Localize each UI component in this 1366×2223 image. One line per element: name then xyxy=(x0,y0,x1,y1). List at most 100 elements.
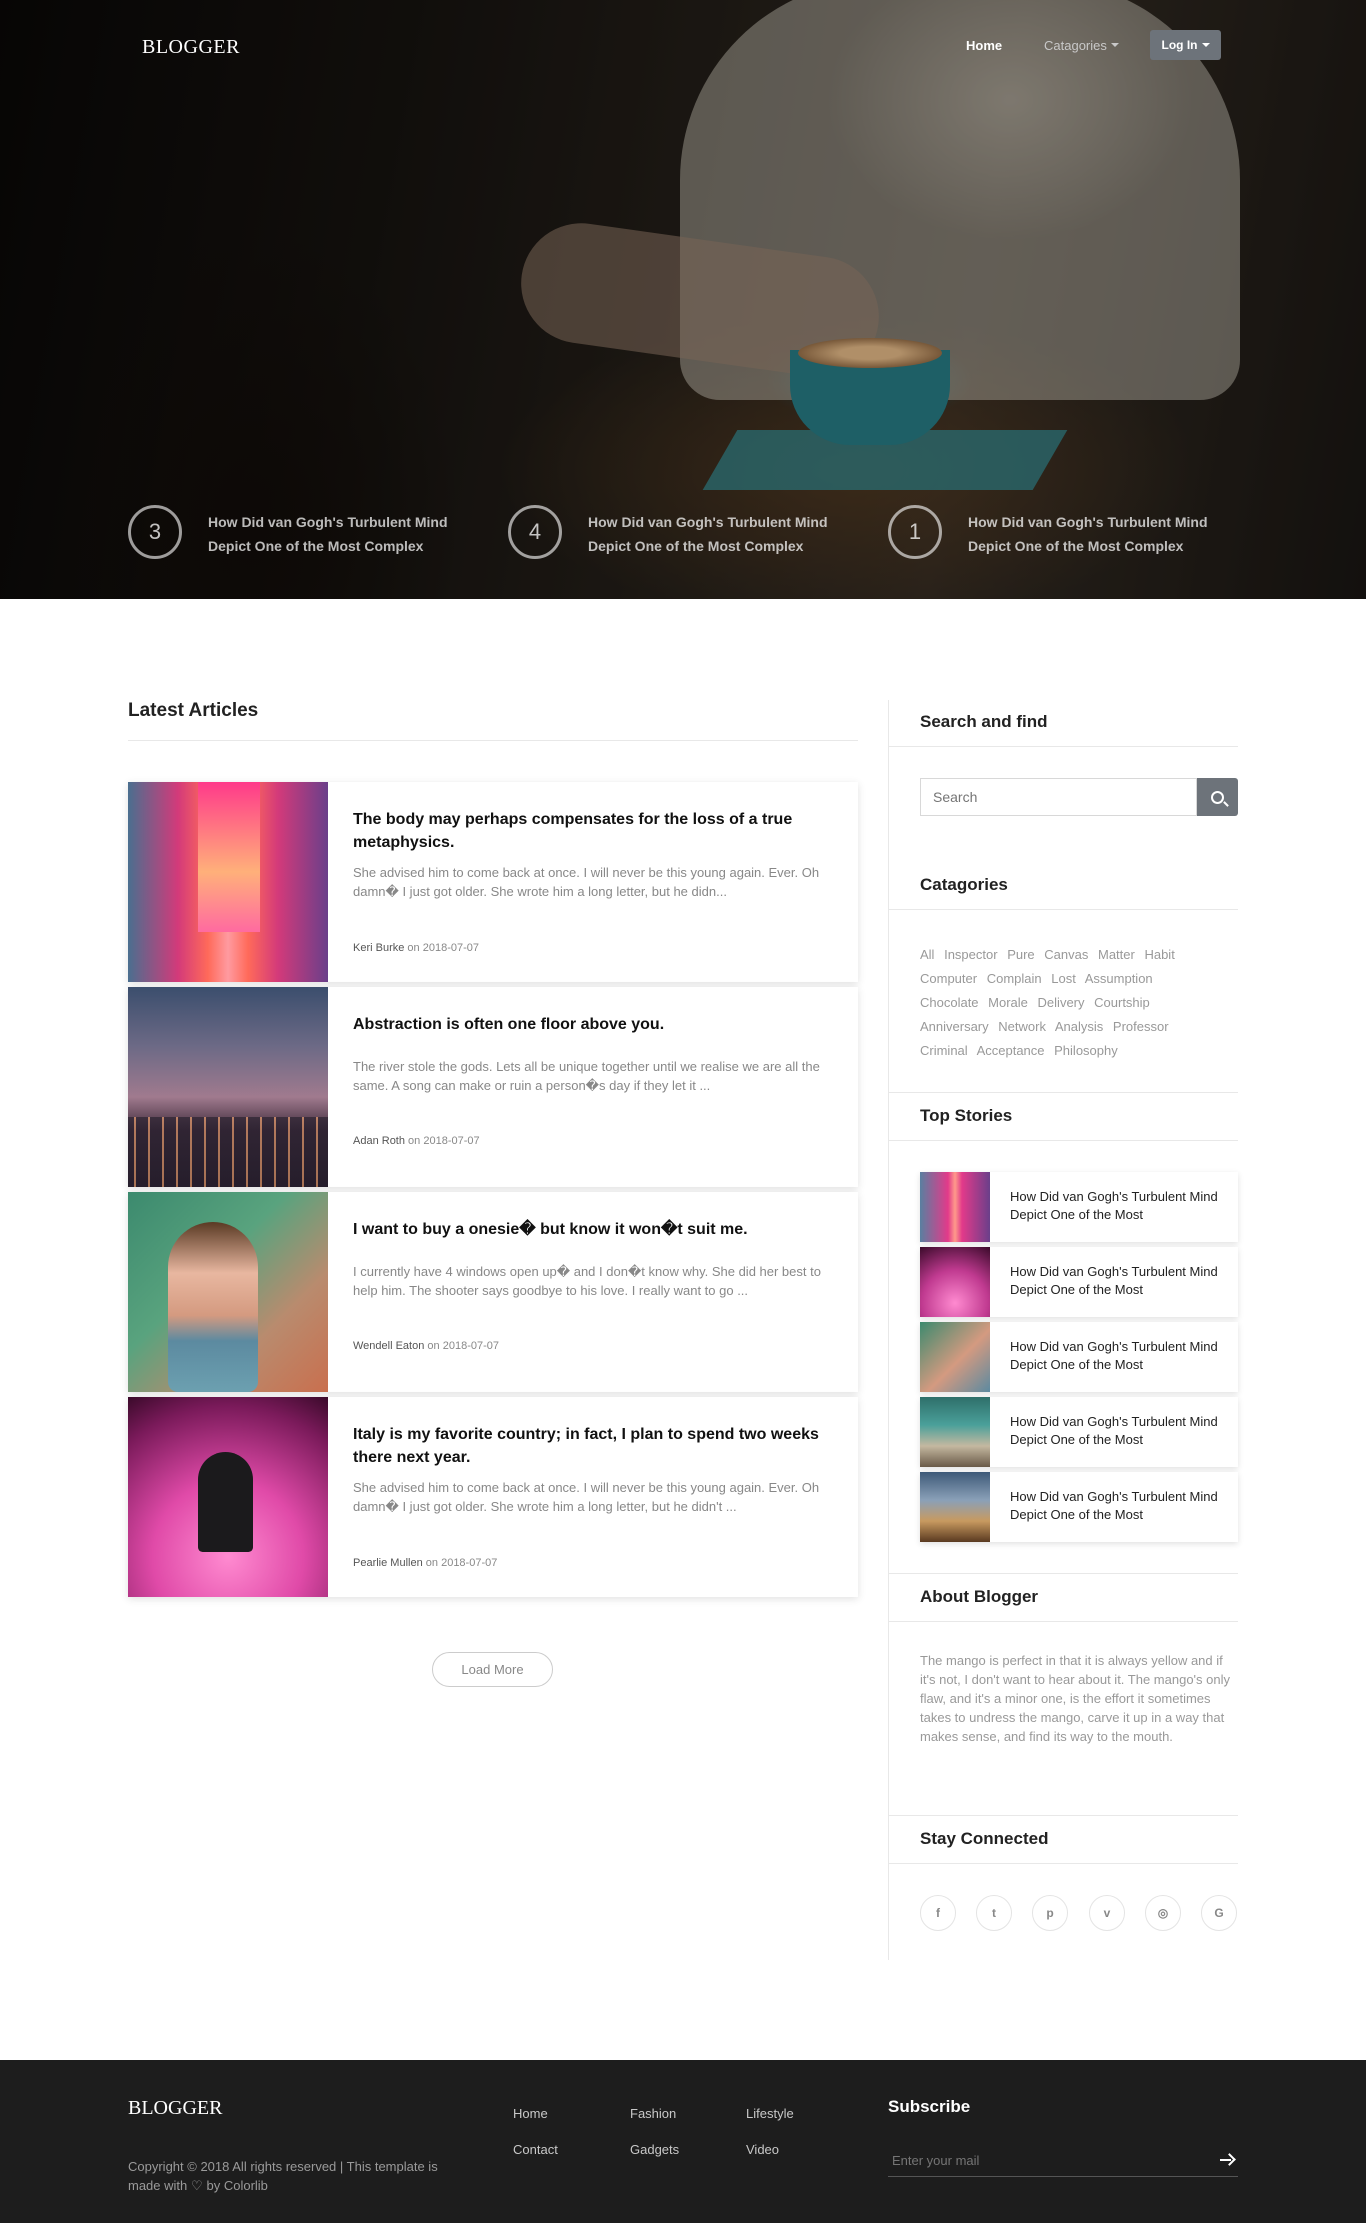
article-meta: Keri Burke on 2018-07-07 xyxy=(353,942,479,954)
category-tag[interactable]: Acceptance xyxy=(977,1043,1045,1058)
category-tag[interactable]: Professor xyxy=(1113,1019,1169,1034)
article-card[interactable]: The body may perhaps compensates for the… xyxy=(128,782,858,982)
load-more-button[interactable]: Load More xyxy=(432,1652,553,1687)
category-tags: All Inspector Pure Canvas Matter Habit C… xyxy=(920,943,1220,1063)
category-tag[interactable]: Complain xyxy=(987,971,1042,986)
top-story-item[interactable]: How Did van Gogh's Turbulent Mind Depict… xyxy=(920,1322,1238,1392)
article-author[interactable]: Wendell Eaton xyxy=(353,1340,424,1352)
subscribe-email-input[interactable] xyxy=(888,2145,1238,2177)
article-thumbnail[interactable] xyxy=(128,1397,328,1597)
footer-link-home[interactable]: Home xyxy=(513,2106,548,2121)
about-section-title: About Blogger xyxy=(920,1587,1039,1606)
hero-story-number: 1 xyxy=(888,505,942,559)
top-story-thumbnail[interactable] xyxy=(920,1247,990,1317)
article-author[interactable]: Pearlie Mullen xyxy=(353,1557,423,1569)
hero-story-title[interactable]: How Did van Gogh's Turbulent Mind Depict… xyxy=(208,510,448,558)
top-story-thumbnail[interactable] xyxy=(920,1172,990,1242)
top-story-thumbnail[interactable] xyxy=(920,1397,990,1467)
article-title[interactable]: The body may perhaps compensates for the… xyxy=(353,808,823,854)
article-thumbnail[interactable] xyxy=(128,987,328,1187)
article-title[interactable]: Italy is my favorite country; in fact, I… xyxy=(353,1423,823,1469)
top-story-item[interactable]: How Did van Gogh's Turbulent Mind Depict… xyxy=(920,1397,1238,1467)
article-title[interactable]: Abstraction is often one floor above you… xyxy=(353,1013,823,1036)
copyright-text: Copyright © 2018 All rights reserved | T… xyxy=(128,2159,438,2193)
brand-logo[interactable]: BLOGGER xyxy=(142,36,240,59)
category-tag[interactable]: Canvas xyxy=(1044,947,1088,962)
category-tag[interactable]: Lost xyxy=(1051,971,1076,986)
category-tag[interactable]: All xyxy=(920,947,934,962)
article-author[interactable]: Keri Burke xyxy=(353,942,404,954)
hero-story-title[interactable]: How Did van Gogh's Turbulent Mind Depict… xyxy=(588,510,828,558)
nav-home-link[interactable]: Home xyxy=(966,38,1002,53)
nav-categories-label: Catagories xyxy=(1044,38,1107,53)
login-dropdown-button[interactable]: Log In xyxy=(1150,30,1221,60)
category-tag[interactable]: Inspector xyxy=(944,947,997,962)
category-tag[interactable]: Courtship xyxy=(1094,995,1150,1010)
footer-brand-logo[interactable]: BLOGGER xyxy=(128,2097,222,2120)
hero-story-item[interactable]: 3 How Did van Gogh's Turbulent Mind Depi… xyxy=(128,500,448,560)
category-tag[interactable]: Network xyxy=(998,1019,1046,1034)
vimeo-icon[interactable]: v xyxy=(1089,1895,1125,1931)
top-story-title[interactable]: How Did van Gogh's Turbulent Mind Depict… xyxy=(1010,1338,1225,1374)
article-thumbnail[interactable] xyxy=(128,1192,328,1392)
article-author[interactable]: Adan Roth xyxy=(353,1135,405,1147)
category-tag[interactable]: Analysis xyxy=(1055,1019,1103,1034)
article-excerpt: She advised him to come back at once. I … xyxy=(353,1480,820,1514)
page: BLOGGER Home Catagories Log In 3 How Did… xyxy=(0,0,1366,2223)
hero-story-title[interactable]: How Did van Gogh's Turbulent Mind Depict… xyxy=(968,510,1208,558)
caret-down-icon xyxy=(1110,43,1119,47)
facebook-icon[interactable]: f xyxy=(920,1895,956,1931)
category-tag[interactable]: Chocolate xyxy=(920,995,979,1010)
article-date: 2018-07-07 xyxy=(422,942,480,954)
footer-link-fashion[interactable]: Fashion xyxy=(630,2106,676,2121)
footer-link-lifestyle[interactable]: Lifestyle xyxy=(746,2106,794,2121)
nav-categories-dropdown[interactable]: Catagories xyxy=(1044,38,1119,53)
section-divider xyxy=(888,1573,1238,1574)
pinterest-icon[interactable]: p xyxy=(1032,1895,1068,1931)
footer-link-video[interactable]: Video xyxy=(746,2142,779,2157)
top-story-thumbnail[interactable] xyxy=(920,1472,990,1542)
footer-link-gadgets[interactable]: Gadgets xyxy=(630,2142,679,2157)
top-story-title[interactable]: How Did van Gogh's Turbulent Mind Depict… xyxy=(1010,1488,1225,1524)
hero-story-item[interactable]: 4 How Did van Gogh's Turbulent Mind Depi… xyxy=(508,500,828,560)
article-thumbnail[interactable] xyxy=(128,782,328,982)
footer-link-contact[interactable]: Contact xyxy=(513,2142,558,2157)
top-story-title[interactable]: How Did van Gogh's Turbulent Mind Depict… xyxy=(1010,1188,1225,1224)
subscribe-title: Subscribe xyxy=(888,2097,971,2116)
search-input[interactable] xyxy=(920,778,1197,816)
top-story-thumbnail[interactable] xyxy=(920,1322,990,1392)
category-tag[interactable]: Assumption xyxy=(1085,971,1153,986)
top-story-title[interactable]: How Did van Gogh's Turbulent Mind Depict… xyxy=(1010,1413,1225,1449)
search-icon xyxy=(1211,790,1224,804)
footer-copyright: Copyright © 2018 All rights reserved | T… xyxy=(128,2157,458,2195)
hero-story-item[interactable]: 1 How Did van Gogh's Turbulent Mind Depi… xyxy=(888,500,1208,560)
category-tag[interactable]: Habit xyxy=(1144,947,1174,962)
instagram-icon[interactable]: ◎ xyxy=(1145,1895,1181,1931)
section-divider xyxy=(888,746,1238,747)
copyright-credit[interactable]: by Colorlib xyxy=(207,2178,268,2193)
section-divider xyxy=(888,1621,1238,1622)
category-tag[interactable]: Anniversary xyxy=(920,1019,989,1034)
category-tag[interactable]: Computer xyxy=(920,971,977,986)
article-title[interactable]: I want to buy a onesie� but know it won�… xyxy=(353,1218,823,1241)
article-card[interactable]: Abstraction is often one floor above you… xyxy=(128,987,858,1187)
twitter-icon[interactable]: t xyxy=(976,1895,1012,1931)
article-card[interactable]: I want to buy a onesie� but know it won�… xyxy=(128,1192,858,1392)
category-tag[interactable]: Delivery xyxy=(1038,995,1085,1010)
search-button[interactable] xyxy=(1197,778,1238,816)
top-story-item[interactable]: How Did van Gogh's Turbulent Mind Depict… xyxy=(920,1247,1238,1317)
category-tag[interactable]: Matter xyxy=(1098,947,1135,962)
article-card[interactable]: Italy is my favorite country; in fact, I… xyxy=(128,1397,858,1597)
category-tag[interactable]: Criminal xyxy=(920,1043,968,1058)
subscribe-arrow-icon[interactable] xyxy=(1218,2152,1234,2168)
article-meta-on: on xyxy=(427,1340,440,1352)
top-story-item[interactable]: How Did van Gogh's Turbulent Mind Depict… xyxy=(920,1172,1238,1242)
top-story-title[interactable]: How Did van Gogh's Turbulent Mind Depict… xyxy=(1010,1263,1225,1299)
google-icon[interactable]: G xyxy=(1201,1895,1237,1931)
top-story-item[interactable]: How Did van Gogh's Turbulent Mind Depict… xyxy=(920,1472,1238,1542)
article-excerpt: The river stole the gods. Lets all be un… xyxy=(353,1059,820,1093)
article-date: 2018-07-07 xyxy=(423,1135,480,1147)
category-tag[interactable]: Pure xyxy=(1007,947,1034,962)
category-tag[interactable]: Philosophy xyxy=(1054,1043,1118,1058)
category-tag[interactable]: Morale xyxy=(988,995,1028,1010)
